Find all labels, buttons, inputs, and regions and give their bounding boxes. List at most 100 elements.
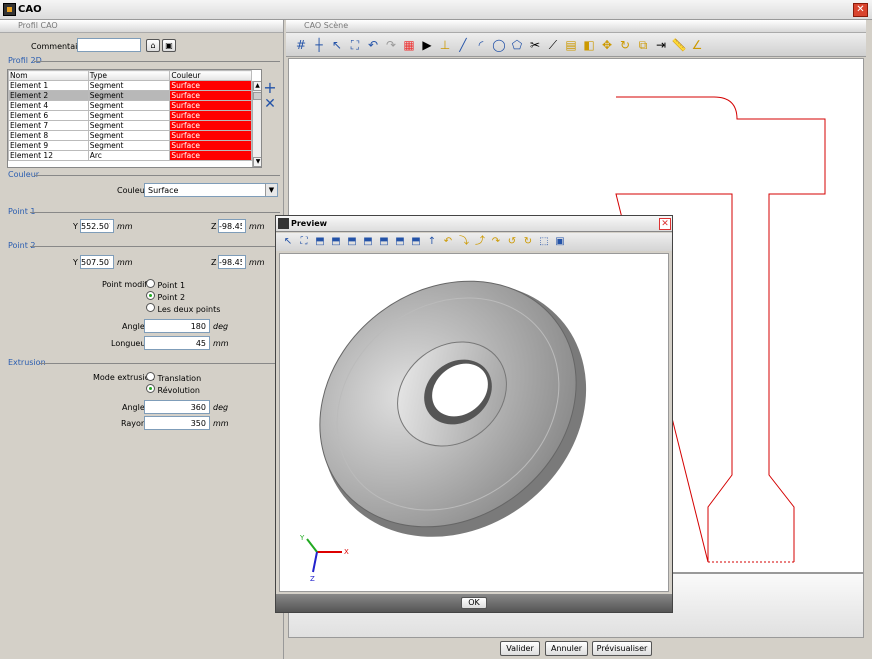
couleur-select[interactable]: Surface ▼	[144, 183, 278, 197]
polygon-icon[interactable]: ⬠	[508, 36, 526, 54]
preview-close-button[interactable]: ✕	[659, 218, 671, 230]
fit-icon[interactable]: ⛶	[296, 234, 312, 250]
view-back-icon[interactable]: ⬒	[344, 234, 360, 250]
annuler-button[interactable]: Annuler	[545, 641, 588, 656]
spin-ccw-icon[interactable]: ↺	[504, 234, 520, 250]
view-iso-icon[interactable]: ⬒	[312, 234, 328, 250]
longueur-input[interactable]	[144, 336, 210, 350]
cell-type[interactable]: Segment	[87, 110, 171, 121]
pointer-icon[interactable]: ▶	[418, 36, 436, 54]
move-icon[interactable]: ✥	[598, 36, 616, 54]
paste-icon[interactable]: ▤	[562, 36, 580, 54]
cell-nom[interactable]: Element 6	[8, 110, 89, 121]
radio-icon[interactable]	[146, 372, 155, 381]
close-window-button[interactable]: ✕	[853, 3, 868, 17]
spin-cw-icon[interactable]: ↻	[520, 234, 536, 250]
select-icon[interactable]: ↖	[328, 36, 346, 54]
axis-icon[interactable]: ┼	[310, 36, 328, 54]
cell-nom[interactable]: Element 2	[8, 90, 89, 101]
angle-input[interactable]	[144, 319, 210, 333]
rotate-right-icon[interactable]: ↷	[488, 234, 504, 250]
radio-point2[interactable]: Point 2	[146, 291, 185, 302]
table-row[interactable]: Element 8 Segment Surface	[8, 130, 252, 141]
redo-icon[interactable]: ↷	[382, 36, 400, 54]
view-front-icon[interactable]: ⬒	[328, 234, 344, 250]
delete-element-icon[interactable]: ✕	[261, 95, 279, 113]
radio-point1[interactable]: Point 1	[146, 279, 185, 290]
arc-icon[interactable]: ◜	[472, 36, 490, 54]
scale-icon[interactable]: ⧉	[634, 36, 652, 54]
valider-button[interactable]: Valider	[500, 641, 540, 656]
cell-type[interactable]: Segment	[87, 120, 171, 131]
knife-icon[interactable]: ⟋	[544, 36, 562, 54]
cell-nom[interactable]: Element 9	[8, 140, 89, 151]
chevron-down-icon[interactable]: ▼	[265, 184, 277, 196]
cell-nom[interactable]: Element 7	[8, 120, 89, 131]
cell-type[interactable]: Arc	[87, 150, 171, 161]
radio-icon[interactable]	[146, 291, 155, 300]
col-couleur[interactable]: Couleur	[169, 70, 252, 81]
cell-couleur[interactable]: Surface	[169, 150, 252, 161]
table-row[interactable]: Element 1 Segment Surface	[8, 80, 252, 91]
scroll-down-icon[interactable]: ▼	[253, 157, 261, 167]
measure-icon[interactable]: 📏	[670, 36, 688, 54]
cell-nom[interactable]: Element 4	[8, 100, 89, 111]
grid-icon[interactable]: #	[292, 36, 310, 54]
cell-nom[interactable]: Element 1	[8, 80, 89, 91]
previsualiser-button[interactable]: Prévisualiser	[592, 641, 652, 656]
cell-couleur[interactable]: Surface	[169, 120, 252, 131]
save-icon[interactable]: ▣	[162, 39, 176, 52]
cell-couleur[interactable]: Surface	[169, 110, 252, 121]
cell-type[interactable]: Segment	[87, 80, 171, 91]
color-icon[interactable]: ▦	[400, 36, 418, 54]
elements-table[interactable]: Nom Type Couleur Element 1 Segment Surface…	[7, 69, 262, 168]
p1-z-input[interactable]	[218, 219, 246, 233]
cell-couleur[interactable]: Surface	[169, 100, 252, 111]
line-icon[interactable]: ╱	[454, 36, 472, 54]
cell-couleur[interactable]: Surface	[169, 140, 252, 151]
rayon-input[interactable]	[144, 416, 210, 430]
table-row[interactable]: Element 9 Segment Surface	[8, 140, 252, 151]
cut-icon[interactable]: ✂	[526, 36, 544, 54]
undo-icon[interactable]: ↶	[364, 36, 382, 54]
rotate-left-icon[interactable]: ↶	[440, 234, 456, 250]
circle-icon[interactable]: ◯	[490, 36, 508, 54]
cell-couleur[interactable]: Surface	[169, 130, 252, 141]
fit-icon[interactable]: ⛶	[346, 36, 364, 54]
col-nom[interactable]: Nom	[8, 70, 89, 81]
table-row[interactable]: Element 6 Segment Surface	[8, 110, 252, 121]
cell-type[interactable]: Segment	[87, 100, 171, 111]
preview-canvas[interactable]: X Y Z	[279, 253, 669, 592]
rotate-up-icon[interactable]: ⤴	[472, 234, 488, 250]
radio-icon[interactable]	[146, 384, 155, 393]
cell-nom[interactable]: Element 12	[8, 150, 89, 161]
angle-icon[interactable]: ∠	[688, 36, 706, 54]
table-row[interactable]: Element 7 Segment Surface	[8, 120, 252, 131]
radio-icon[interactable]	[146, 279, 155, 288]
commentaire-input[interactable]	[77, 38, 141, 52]
radio-icon[interactable]	[146, 303, 155, 312]
view-top-icon[interactable]: ⬒	[392, 234, 408, 250]
cell-type[interactable]: Segment	[87, 140, 171, 151]
mirror-icon[interactable]: ◧	[580, 36, 598, 54]
cell-couleur[interactable]: Surface	[169, 80, 252, 91]
radio-translation[interactable]: Translation	[146, 372, 201, 383]
stretch-icon[interactable]: ⇥	[652, 36, 670, 54]
radio-revolution[interactable]: Révolution	[146, 384, 200, 395]
view-right-icon[interactable]: ⬒	[376, 234, 392, 250]
shaded-icon[interactable]: ▣	[552, 234, 568, 250]
col-type[interactable]: Type	[87, 70, 171, 81]
anchor-icon[interactable]: ⊥	[436, 36, 454, 54]
p2-y-input[interactable]	[80, 255, 114, 269]
table-row[interactable]: Element 2 Segment Surface	[8, 90, 252, 101]
view-left-icon[interactable]: ⬒	[360, 234, 376, 250]
cell-type[interactable]: Segment	[87, 130, 171, 141]
cell-nom[interactable]: Element 8	[8, 130, 89, 141]
ext-angle-input[interactable]	[144, 400, 210, 414]
up-icon[interactable]: ↑	[424, 234, 440, 250]
view-bottom-icon[interactable]: ⬒	[408, 234, 424, 250]
p2-z-input[interactable]	[218, 255, 246, 269]
cell-type[interactable]: Segment	[87, 90, 171, 101]
table-row[interactable]: Element 4 Segment Surface	[8, 100, 252, 111]
open-icon[interactable]: ⌂	[146, 39, 160, 52]
